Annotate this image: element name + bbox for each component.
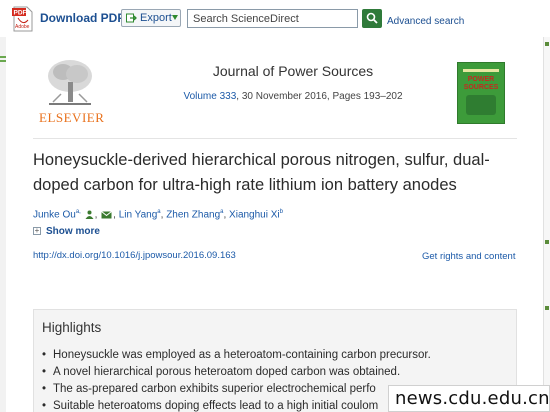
watermark: news.cdu.edu.cn	[388, 385, 550, 412]
author-name[interactable]: Zhen Zhang	[166, 209, 220, 220]
show-more-label: Show more	[46, 226, 100, 237]
volume-link[interactable]: Volume 333	[183, 91, 236, 102]
pdf-icon[interactable]: PDF Adobe	[12, 6, 34, 32]
chevron-down-icon	[172, 15, 178, 20]
cover-artwork	[466, 95, 496, 115]
right-marker	[545, 306, 549, 310]
show-more-button[interactable]: + Show more	[33, 226, 100, 237]
article-title: Honeysuckle-derived hierarchical porous …	[33, 151, 490, 194]
journal-issue-details: Volume 333, 30 November 2016, Pages 193–…	[153, 91, 433, 102]
left-marker	[0, 56, 6, 58]
journal-cover[interactable]: POWER SOURCES	[457, 62, 505, 124]
person-icon[interactable]	[85, 210, 94, 220]
issue-date-pages: , 30 November 2016, Pages 193–202	[236, 91, 403, 102]
doi-link[interactable]: http://dx.doi.org/10.1016/j.jpowsour.201…	[33, 250, 236, 261]
author-list: Junke Oua, , , Lin Yanga, Zhen Zhanga, X…	[33, 209, 283, 220]
plus-icon: +	[33, 226, 41, 235]
left-margin	[0, 37, 6, 412]
highlights-heading: Highlights	[42, 320, 102, 335]
left-marker	[0, 60, 6, 62]
author-name[interactable]: Junke Ou	[33, 209, 76, 220]
journal-header: ELSEVIER Journal of Power Sources Volume…	[33, 52, 517, 132]
adobe-badge-text: Adobe	[15, 24, 30, 30]
export-button[interactable]: Export	[121, 9, 181, 27]
rights-link[interactable]: Get rights and content	[422, 251, 515, 262]
cover-title: POWER SOURCES	[463, 76, 499, 91]
pdf-badge-text: PDF	[14, 10, 27, 17]
search-icon	[366, 12, 378, 24]
right-marker	[545, 42, 549, 46]
list-item: Honeysuckle was employed as a heteroatom…	[42, 347, 512, 364]
author-affiliation[interactable]: b	[280, 209, 283, 215]
journal-title[interactable]: Journal of Power Sources	[163, 63, 423, 79]
download-pdf-link[interactable]: Download PDF	[40, 11, 125, 25]
mail-icon[interactable]	[101, 210, 112, 219]
cover-band	[463, 69, 499, 72]
author-name[interactable]: Lin Yang	[119, 209, 158, 220]
list-item: A novel hierarchical porous heteroatom d…	[42, 364, 512, 381]
right-scroll-rail[interactable]	[543, 37, 550, 412]
export-icon	[126, 13, 137, 23]
separator: ,	[94, 209, 98, 221]
watermark-text: news.cdu.edu.cn	[395, 388, 550, 409]
search-input[interactable]	[187, 9, 358, 28]
advanced-search-link[interactable]: Advanced search	[387, 16, 464, 27]
divider	[33, 138, 517, 139]
author-affiliation[interactable]: a,	[76, 209, 81, 215]
elsevier-wordmark: ELSEVIER	[39, 110, 105, 125]
export-label: Export	[140, 12, 172, 24]
author-name[interactable]: Xianghui Xi	[229, 209, 280, 220]
top-toolbar: PDF Adobe Download PDF Export Advanced s…	[0, 0, 550, 37]
elsevier-tree-logo[interactable]	[39, 58, 101, 108]
right-marker	[545, 240, 549, 244]
search-button[interactable]	[362, 9, 382, 28]
